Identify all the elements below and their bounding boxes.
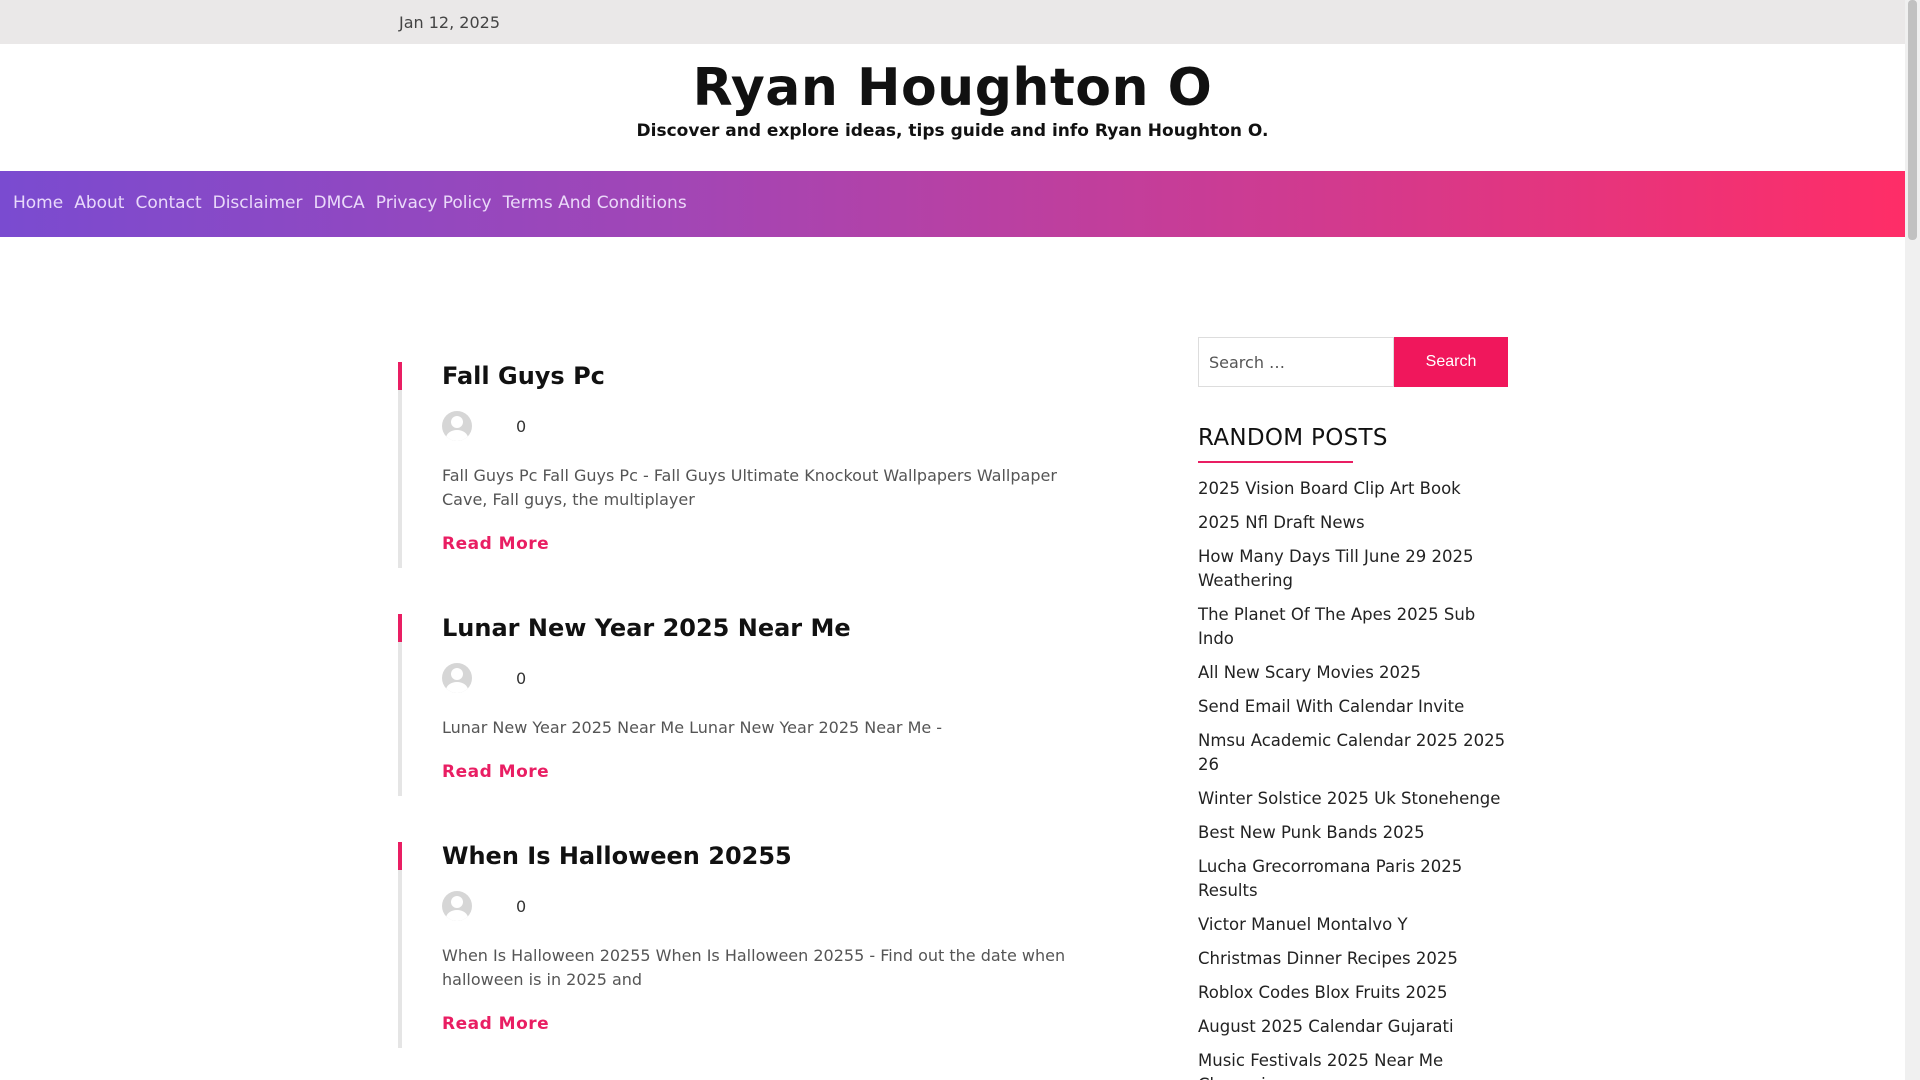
heading-underline — [1198, 461, 1353, 463]
post-meta: 0 — [442, 662, 1098, 694]
current-date: Jan 12, 2025 — [399, 13, 500, 32]
comment-count[interactable]: 0 — [516, 897, 526, 916]
post-excerpt: Fall Guys Pc Fall Guys Pc - Fall Guys Ul… — [442, 466, 1057, 509]
random-post-link[interactable]: Nmsu Academic Calendar 2025 2025 26 — [1198, 729, 1510, 777]
read-more-link[interactable]: Read More — [442, 1014, 549, 1048]
post-card: Fall Guys Pc 0 Fall Guys Pc Fall Guys Pc… — [398, 362, 1098, 568]
search-button[interactable]: Search — [1394, 337, 1508, 387]
nav-item-privacy-policy[interactable]: Privacy Policy — [376, 193, 492, 213]
random-post-link[interactable]: Send Email With Calendar Invite — [1198, 695, 1510, 719]
post-meta: 0 — [442, 410, 1098, 442]
main-navigation: Home About Contact Disclaimer DMCA Priva… — [0, 171, 1905, 237]
nav-item-disclaimer[interactable]: Disclaimer — [213, 193, 303, 213]
nav-item-contact[interactable]: Contact — [135, 193, 201, 213]
post-card: When Is Halloween 20255 0 When Is Hallow… — [398, 842, 1098, 1048]
sidebar: Search RANDOM POSTS 2025 Vision Board Cl… — [1198, 337, 1510, 1080]
site-description: Discover and explore ideas, tips guide a… — [636, 121, 1269, 141]
random-post-link[interactable]: All New Scary Movies 2025 — [1198, 661, 1510, 685]
site-title[interactable]: Ryan Houghton O — [0, 58, 1905, 118]
nav-item-terms[interactable]: Terms And Conditions — [503, 193, 687, 213]
read-more-link[interactable]: Read More — [442, 762, 549, 796]
post-excerpt: Lunar New Year 2025 Near Me Lunar New Ye… — [442, 718, 943, 737]
search-input[interactable] — [1198, 337, 1394, 387]
random-post-link[interactable]: Roblox Codes Blox Fruits 2025 — [1198, 981, 1510, 1005]
search-form: Search — [1198, 337, 1510, 387]
read-more-link[interactable]: Read More — [442, 534, 549, 568]
random-post-link[interactable]: Victor Manuel Montalvo Y — [1198, 913, 1510, 937]
random-post-link[interactable]: The Planet Of The Apes 2025 Sub Indo — [1198, 603, 1510, 651]
post-card: Lunar New Year 2025 Near Me 0 Lunar New … — [398, 614, 1098, 796]
nav-item-dmca[interactable]: DMCA — [314, 193, 365, 213]
vertical-scrollbar[interactable] — [1905, 0, 1920, 1080]
random-post-link[interactable]: August 2025 Calendar Gujarati — [1198, 1015, 1510, 1039]
random-post-link[interactable]: How Many Days Till June 29 2025 Weatheri… — [1198, 545, 1510, 593]
post-meta: 0 — [442, 890, 1098, 922]
post-title[interactable]: When Is Halloween 20255 — [442, 842, 1098, 870]
random-post-link[interactable]: Winter Solstice 2025 Uk Stonehenge — [1198, 787, 1510, 811]
user-avatar-icon[interactable] — [442, 891, 472, 921]
random-post-link[interactable]: Music Festivals 2025 Near Me Chennai — [1198, 1049, 1510, 1080]
random-post-link[interactable]: Lucha Grecorromana Paris 2025 Results — [1198, 855, 1510, 903]
random-posts-list: 2025 Vision Board Clip Art Book 2025 Nfl… — [1198, 477, 1510, 1080]
random-post-link[interactable]: 2025 Vision Board Clip Art Book — [1198, 477, 1510, 501]
nav-item-about[interactable]: About — [74, 193, 124, 213]
user-avatar-icon[interactable] — [442, 411, 472, 441]
user-avatar-icon[interactable] — [442, 663, 472, 693]
post-excerpt: When Is Halloween 20255 When Is Hallowee… — [442, 946, 1066, 989]
post-title[interactable]: Lunar New Year 2025 Near Me — [442, 614, 1098, 642]
nav-item-home[interactable]: Home — [13, 193, 63, 213]
comment-count[interactable]: 0 — [516, 417, 526, 436]
random-post-link[interactable]: Best New Punk Bands 2025 — [1198, 821, 1510, 845]
random-post-link[interactable]: Christmas Dinner Recipes 2025 — [1198, 947, 1510, 971]
page: Jan 12, 2025 Ryan Houghton O Discover an… — [0, 0, 1905, 1080]
post-title[interactable]: Fall Guys Pc — [442, 362, 1098, 390]
top-bar: Jan 12, 2025 — [0, 0, 1905, 44]
post-list: Fall Guys Pc 0 Fall Guys Pc Fall Guys Pc… — [398, 362, 1098, 1048]
random-post-link[interactable]: 2025 Nfl Draft News — [1198, 511, 1510, 535]
scrollbar-thumb[interactable] — [1908, 0, 1917, 240]
random-posts-heading: RANDOM POSTS — [1198, 425, 1388, 451]
comment-count[interactable]: 0 — [516, 669, 526, 688]
